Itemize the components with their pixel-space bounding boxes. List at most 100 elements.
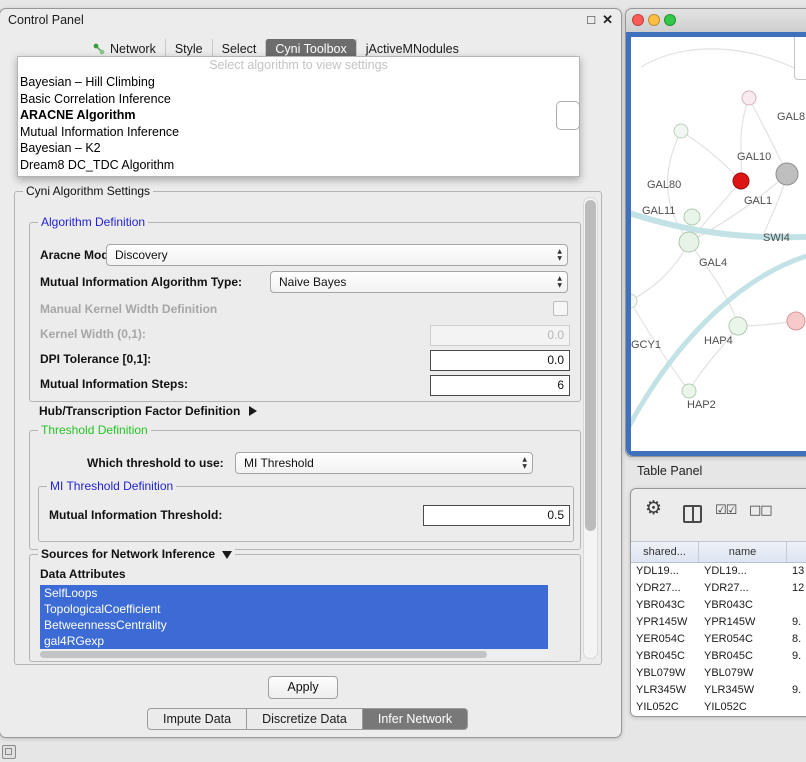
table-row[interactable]: YIL052CYIL052C	[631, 699, 806, 716]
mi-threshold-field[interactable]: 0.5	[423, 505, 570, 526]
window-title: Control Panel	[8, 13, 84, 27]
algorithm-popup-list: Bayesian – Hill ClimbingBasic Correlatio…	[18, 74, 579, 173]
table-cell: YIL052C	[631, 699, 699, 716]
table-body: YDL19...YDL19...13YDR27...YDR27...12YBR0…	[631, 563, 806, 716]
attribute-item[interactable]: SelfLoops	[40, 585, 548, 601]
close-traffic-light[interactable]	[632, 14, 644, 26]
algorithm-option[interactable]: Dream8 DC_TDC Algorithm	[18, 157, 579, 174]
threshold-definition-group: Threshold Definition Which threshold to …	[29, 430, 581, 550]
manual-kernel-checkbox[interactable]	[553, 301, 568, 316]
minimize-traffic-light[interactable]	[648, 14, 660, 26]
attribute-item[interactable]: TopologicalCoefficient	[40, 601, 548, 617]
algorithm-definition-title: Algorithm Definition	[38, 215, 148, 229]
table-cell: YBL079W	[699, 665, 787, 682]
panel-dock-icon[interactable]	[2, 745, 16, 759]
column-header[interactable]: name	[699, 542, 787, 562]
control-panel-titlebar: Control Panel □ ✕	[0, 9, 621, 33]
sources-group-title[interactable]: Sources for Network Inference	[38, 547, 235, 561]
table-row[interactable]: YBR045CYBR045C9.	[631, 648, 806, 665]
table-row[interactable]: YBR043CYBR043C	[631, 597, 806, 614]
table-row[interactable]: YLR345WYLR345W9.	[631, 682, 806, 699]
table-row[interactable]: YER054CYER054C8.	[631, 631, 806, 648]
bottom-tab-impute-data[interactable]: Impute Data	[147, 708, 247, 730]
network-node[interactable]	[787, 312, 805, 330]
settings-scrollbar[interactable]	[583, 197, 598, 659]
table-cell: YIL052C	[699, 699, 787, 716]
apply-button[interactable]: Apply	[268, 676, 338, 699]
table-panel-window: ⚙ ☑☑ □□ shared...name YDL19...YDL19...13…	[630, 488, 806, 717]
algorithm-option[interactable]: Basic Correlation Inference	[18, 91, 579, 108]
attribute-list-hscroll-thumb[interactable]	[40, 651, 487, 658]
table-panel-title: Table Panel	[637, 464, 702, 478]
bottom-tab-discretize-data[interactable]: Discretize Data	[247, 708, 363, 730]
settings-scrollbar-thumb[interactable]	[585, 200, 596, 531]
table-cell	[787, 699, 806, 716]
close-window-icon[interactable]: ✕	[602, 12, 613, 28]
columns-icon[interactable]	[683, 505, 702, 523]
settings-group-title: Cyni Algorithm Settings	[23, 184, 153, 198]
network-canvas[interactable]: GAL80GAL10GAL8GAL11GAL1SWI4GAL4GCY1HAP4H…	[631, 37, 806, 451]
algorithm-popup-placeholder: Select algorithm to view settings	[18, 57, 579, 74]
bottom-tab-infer-network[interactable]: Infer Network	[363, 708, 468, 730]
table-row[interactable]: YDR27...YDR27...12	[631, 580, 806, 597]
table-cell: 13	[787, 563, 806, 580]
mi-steps-field[interactable]: 6	[430, 375, 570, 396]
table-row[interactable]: YDL19...YDL19...13	[631, 563, 806, 580]
table-row[interactable]: YPR145WYPR145W9.	[631, 614, 806, 631]
node-label: GAL8	[777, 111, 805, 123]
gear-icon[interactable]: ⚙	[645, 497, 662, 519]
deselect-all-icon[interactable]: □□	[749, 503, 772, 518]
network-node[interactable]	[742, 91, 756, 105]
network-node[interactable]	[729, 317, 747, 335]
which-threshold-select[interactable]: MI Threshold ▲▼	[235, 452, 533, 474]
attribute-item[interactable]: gal4RGexp	[40, 633, 548, 649]
algorithm-option[interactable]: ARACNE Algorithm	[18, 107, 579, 124]
bottom-tab-bar: Impute DataDiscretize DataInfer Network	[147, 708, 468, 730]
attribute-list-hscrollbar[interactable]	[40, 651, 548, 658]
table-header: shared...name	[631, 541, 806, 563]
table-cell: YBR045C	[699, 648, 787, 665]
manual-kernel-label: Manual Kernel Width Definition	[40, 302, 217, 316]
data-attributes-label: Data Attributes	[40, 567, 126, 581]
tab-label: Select	[222, 42, 257, 56]
table-row[interactable]: YBL079WYBL079W	[631, 665, 806, 682]
mi-type-select[interactable]: Naive Bayes ▲▼	[270, 271, 568, 293]
algorithm-popup: Select algorithm to view settings Bayesi…	[17, 56, 580, 177]
algorithm-option[interactable]: Bayesian – K2	[18, 140, 579, 157]
algorithm-option[interactable]: Mutual Information Inference	[18, 124, 579, 141]
kernel-width-field[interactable]: 0.0	[430, 325, 570, 346]
network-tab-icon	[93, 43, 105, 55]
hub-definition-toggle[interactable]: Hub/Transcription Factor Definition	[39, 404, 257, 418]
network-node[interactable]	[684, 209, 700, 225]
table-cell: 8.	[787, 631, 806, 648]
attribute-item[interactable]: BetweennessCentrality	[40, 617, 548, 633]
aracne-mode-select[interactable]: Discovery ▲▼	[106, 244, 568, 266]
tab-label: Cyni Toolbox	[275, 42, 346, 56]
algorithm-combo-button[interactable]	[556, 101, 580, 130]
table-cell: 12	[787, 580, 806, 597]
combo-arrows-icon: ▲▼	[557, 275, 562, 289]
table-cell: YLR345W	[699, 682, 787, 699]
network-node[interactable]	[682, 384, 696, 398]
network-node[interactable]	[776, 163, 798, 185]
mi-steps-label: Mutual Information Steps:	[40, 377, 188, 391]
algorithm-option[interactable]: Bayesian – Hill Climbing	[18, 74, 579, 91]
network-node[interactable]	[674, 124, 688, 138]
network-node[interactable]	[733, 173, 749, 189]
column-header[interactable]	[787, 542, 806, 562]
network-node[interactable]	[631, 294, 637, 308]
combo-arrows-icon: ▲▼	[522, 456, 527, 470]
network-window-titlebar	[626, 9, 806, 33]
aracne-mode-value: Discovery	[115, 248, 168, 262]
network-node[interactable]	[679, 232, 699, 252]
node-label: HAP4	[704, 335, 733, 347]
zoom-traffic-light[interactable]	[664, 14, 676, 26]
control-panel-window: Control Panel □ ✕ NetworkStyleSelectCyni…	[0, 8, 622, 738]
node-label: GAL11	[642, 205, 675, 217]
select-all-icon[interactable]: ☑☑	[715, 503, 736, 518]
float-window-icon[interactable]: □	[587, 12, 595, 28]
table-cell: YBL079W	[631, 665, 699, 682]
table-cell: YER054C	[699, 631, 787, 648]
dpi-tolerance-field[interactable]: 0.0	[430, 350, 570, 371]
column-header[interactable]: shared...	[631, 542, 699, 562]
